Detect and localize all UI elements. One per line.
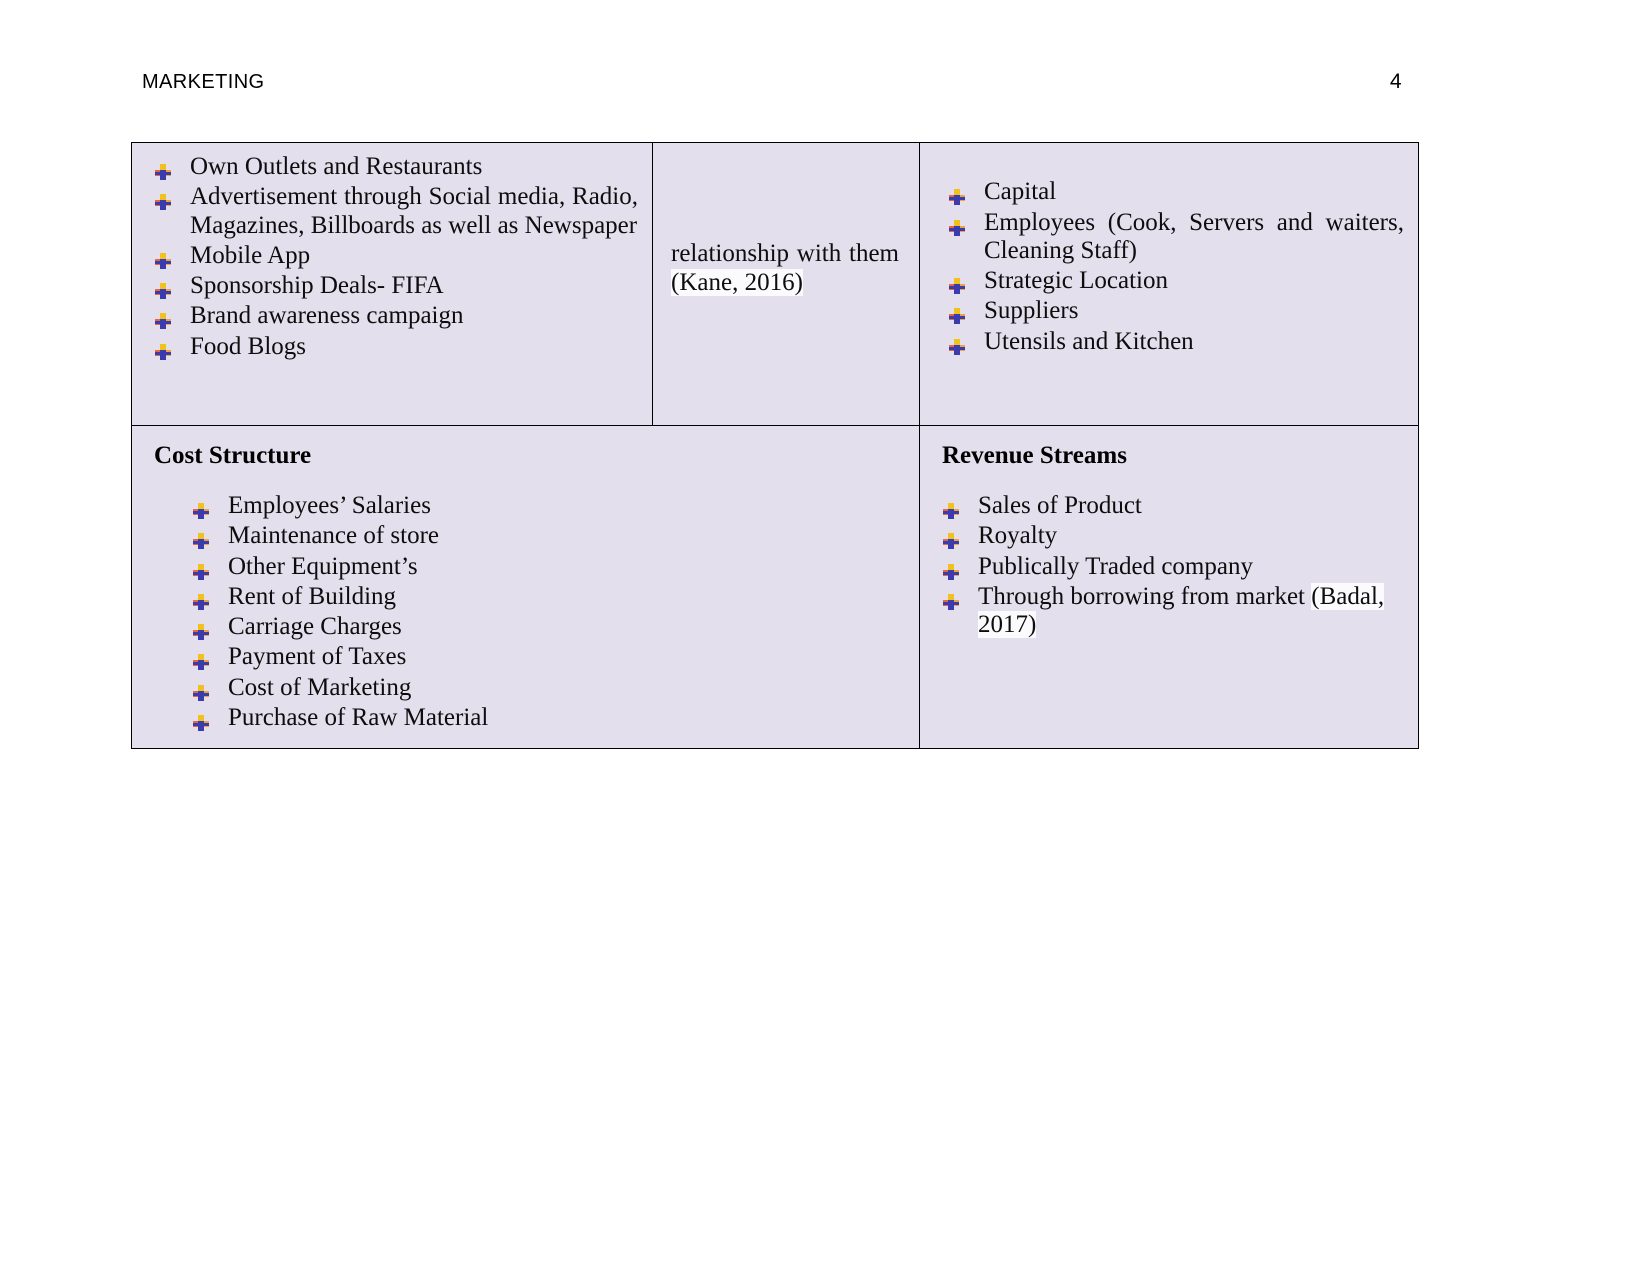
cost-structure-list: Employees’ Salaries Maintenance of store…: [146, 492, 905, 732]
arrow-bullet-icon: [192, 499, 210, 519]
revenue-last-item-text: Through borrowing from market: [978, 582, 1312, 610]
list-item: Purchase of Raw Material: [184, 704, 905, 732]
list-item: Capital: [940, 178, 1404, 206]
list-item: Utensils and Kitchen: [940, 328, 1404, 356]
list-item-label: Food Blogs: [190, 332, 307, 360]
document-page: MARKETING 4 Own Outlets and Restaurants …: [0, 0, 1650, 1275]
arrow-bullet-icon: [942, 560, 960, 580]
citation-kane-2016: (Kane, 2016): [671, 269, 803, 296]
list-item-label: Suppliers: [984, 297, 1079, 325]
list-item: Own Outlets and Restaurants: [146, 153, 638, 181]
list-item-label: Employees (Cook, Servers and waiters, Cl…: [984, 208, 1404, 264]
table-row-top: Own Outlets and Restaurants Advertisemen…: [131, 142, 1419, 426]
list-item-label: Advertisement through Social media, Radi…: [190, 183, 638, 239]
arrow-bullet-icon: [154, 279, 172, 299]
arrow-bullet-icon: [192, 590, 210, 610]
list-item-label: Payment of Taxes: [228, 643, 407, 671]
customer-relationships-text: relationship with them: [671, 239, 899, 267]
list-item: Sponsorship Deals- FIFA: [146, 272, 638, 300]
list-item: Payment of Taxes: [184, 643, 905, 671]
list-item: Employees (Cook, Servers and waiters, Cl…: [940, 209, 1404, 266]
channels-cell-content: Own Outlets and Restaurants Advertisemen…: [132, 143, 652, 425]
list-item: Food Blogs: [146, 333, 638, 361]
arrow-bullet-icon: [192, 650, 210, 671]
arrow-bullet-icon: [948, 185, 966, 206]
list-item-label: Purchase of Raw Material: [228, 703, 489, 731]
list-item-label: Utensils and Kitchen: [984, 327, 1194, 355]
revenue-streams-heading: Revenue Streams: [942, 442, 1127, 469]
arrow-bullet-icon: [154, 309, 172, 330]
list-item-label: Mobile App: [190, 241, 311, 269]
list-item: Suppliers: [940, 297, 1404, 325]
key-resources-list: Capital Employees (Cook, Servers and wai…: [940, 178, 1404, 358]
arrow-bullet-icon: [942, 529, 960, 550]
list-item: Cost of Marketing: [184, 674, 905, 702]
arrow-bullet-icon: [154, 249, 172, 269]
list-item: Brand awareness campaign: [146, 302, 638, 330]
list-item: Maintenance of store: [184, 522, 905, 550]
cost-structure-heading: Cost Structure: [154, 442, 312, 469]
customer-relationships-paragraph: relationship with them (Kane, 2016): [667, 239, 905, 298]
list-item: Sales of Product: [934, 492, 1404, 520]
business-model-canvas-table: Own Outlets and Restaurants Advertisemen…: [131, 142, 1419, 749]
list-item: Mobile App: [146, 242, 638, 270]
key-resources-content: Capital Employees (Cook, Servers and wai…: [920, 143, 1418, 393]
list-item-label: Maintenance of store: [228, 522, 440, 550]
list-item-label: Capital: [984, 178, 1057, 206]
list-item-label: Own Outlets and Restaurants: [190, 153, 483, 180]
list-item: Other Equipment’s: [184, 553, 905, 581]
page-number: 4: [1389, 70, 1402, 93]
customer-relationships-content: relationship with them (Kane, 2016): [653, 143, 919, 393]
list-item: Carriage Charges: [184, 613, 905, 641]
arrow-bullet-icon: [942, 499, 960, 519]
revenue-streams-list: Sales of Product Royalty Publically Trad…: [934, 492, 1404, 639]
list-item-label: Cost of Marketing: [228, 673, 412, 701]
list-item-label: Brand awareness campaign: [190, 302, 464, 330]
arrow-bullet-icon: [948, 274, 966, 294]
arrow-bullet-icon: [948, 335, 966, 355]
arrow-bullet-icon: [192, 681, 210, 701]
list-item-label: Employees’ Salaries: [228, 492, 431, 519]
arrow-bullet-icon: [192, 620, 210, 640]
list-item-label: Sales of Product: [978, 492, 1142, 519]
list-item-label: Carriage Charges: [228, 613, 402, 640]
running-header: MARKETING 4: [142, 70, 1402, 94]
arrow-bullet-icon: [948, 216, 966, 236]
list-item-label: Publically Traded company: [978, 552, 1253, 580]
list-item: Strategic Location: [940, 267, 1404, 295]
page-title: MARKETING: [142, 71, 265, 93]
list-item: Advertisement through Social media, Radi…: [146, 183, 638, 240]
list-item-label: Other Equipment’s: [228, 552, 418, 580]
arrow-bullet-icon: [942, 590, 960, 610]
cost-structure-content: Cost Structure Employees’ Salaries Maint…: [132, 426, 919, 748]
list-item: Employees’ Salaries: [184, 492, 905, 520]
revenue-streams-cell: Revenue Streams Sales of Product Royalty…: [919, 425, 1419, 749]
key-resources-cell: Capital Employees (Cook, Servers and wai…: [919, 142, 1419, 426]
channels-list: Own Outlets and Restaurants Advertisemen…: [146, 153, 638, 361]
arrow-bullet-icon: [948, 304, 966, 325]
arrow-bullet-icon: [154, 340, 172, 360]
table-row-bottom: Cost Structure Employees’ Salaries Maint…: [131, 425, 1419, 749]
revenue-streams-content: Revenue Streams Sales of Product Royalty…: [920, 426, 1418, 740]
list-item: Royalty: [934, 522, 1404, 550]
cost-structure-cell: Cost Structure Employees’ Salaries Maint…: [131, 425, 920, 749]
list-item-label: Royalty: [978, 522, 1058, 550]
arrow-bullet-icon: [192, 529, 210, 550]
list-item-label: Strategic Location: [984, 267, 1168, 294]
list-item: Publically Traded company: [934, 553, 1404, 581]
channels-cell: Own Outlets and Restaurants Advertisemen…: [131, 142, 653, 426]
list-item: Rent of Building: [184, 583, 905, 611]
list-item-label: Rent of Building: [228, 582, 397, 610]
list-item: Through borrowing from market (Badal, 20…: [934, 582, 1404, 640]
arrow-bullet-icon: [192, 711, 210, 731]
arrow-bullet-icon: [192, 560, 210, 580]
arrow-bullet-icon: [154, 160, 172, 180]
customer-relationships-cell: relationship with them (Kane, 2016): [652, 142, 920, 426]
arrow-bullet-icon: [154, 190, 172, 211]
list-item-label: Sponsorship Deals- FIFA: [190, 272, 444, 299]
